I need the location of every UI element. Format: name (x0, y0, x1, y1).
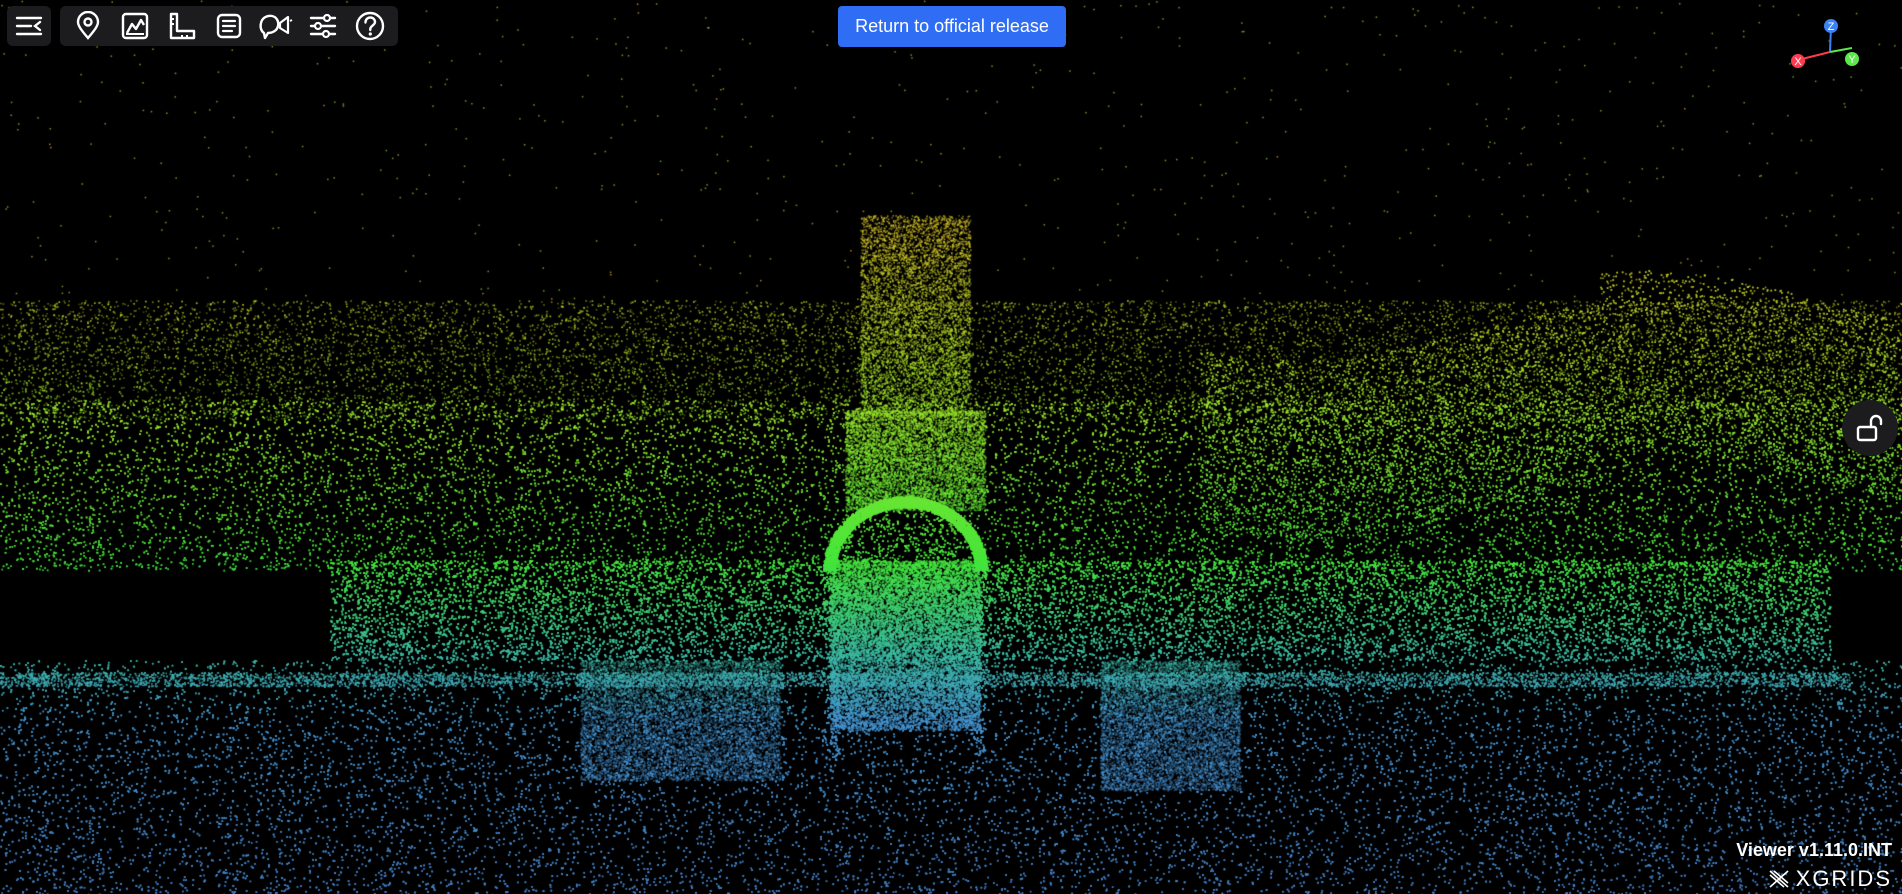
location-tool-button[interactable] (66, 6, 110, 46)
sliders-icon (309, 13, 337, 39)
collapse-menu-icon (15, 16, 43, 36)
menu-toggle-button[interactable] (7, 6, 51, 46)
brand-name: XGRIDS (1795, 866, 1892, 891)
measure-tool-button[interactable] (160, 6, 204, 46)
mountain-chart-icon (121, 12, 149, 40)
point-cloud-viewport[interactable] (0, 0, 1902, 894)
return-to-official-release-button[interactable]: Return to official release (838, 6, 1066, 47)
settings-tool-button[interactable] (301, 6, 345, 46)
speech-announce-icon (259, 14, 293, 40)
point-cloud-canvas[interactable] (0, 0, 1902, 894)
notes-tool-button[interactable] (207, 6, 251, 46)
tool-bar (60, 6, 398, 46)
document-list-icon (216, 13, 242, 39)
annotate-tool-button[interactable] (254, 6, 298, 46)
z-axis-label: Z (1828, 21, 1835, 33)
y-axis-label: Y (1848, 54, 1856, 66)
viewer-version-label: Viewer v1.11.0.INT (1736, 840, 1892, 860)
map-pin-icon (76, 11, 100, 40)
unlock-icon (1856, 414, 1883, 442)
help-tool-button[interactable] (348, 6, 392, 46)
xgrids-logo-icon (1769, 870, 1789, 888)
brand-logo: XGRIDS (1768, 866, 1892, 892)
lock-view-button[interactable] (1842, 400, 1898, 456)
elevation-tool-button[interactable] (113, 6, 157, 46)
x-axis-label: X (1794, 56, 1802, 68)
ruler-icon (169, 12, 196, 40)
axis-gizmo[interactable]: Z X Y (1780, 14, 1860, 74)
question-circle-icon (355, 11, 385, 41)
